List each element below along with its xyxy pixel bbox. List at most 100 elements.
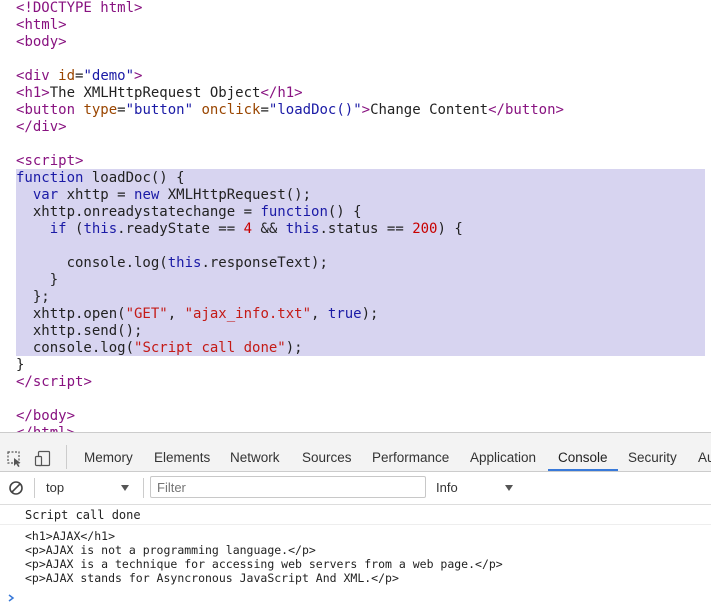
devtools-panel: Memory Elements Network Sources Performa… [0,432,711,602]
inspect-element-icon[interactable] [6,450,24,468]
code-token: 4 [243,221,253,237]
code-token: true [327,306,362,322]
code-token: } [16,357,25,373]
code-token: > [134,68,143,84]
source-code-pane[interactable]: <!DOCTYPE html> <html> <body> <div id="d… [0,0,711,432]
code-token: </ [16,119,33,135]
tab-elements[interactable]: Elements [154,433,210,471]
devtools-tab-bar: Memory Elements Network Sources Performa… [0,433,711,472]
code-token: > [294,85,303,101]
tab-application[interactable]: Application [470,433,536,471]
code-token: body [32,408,67,424]
filter-input[interactable] [150,476,426,498]
code-token: > [75,153,84,169]
code-token: xhttp.onreadystatechange = [16,204,261,220]
toolbar-divider [66,445,67,469]
code-token: "GET" [125,306,168,322]
code-line: var xhttp = new XMLHttpRequest(); [16,187,311,204]
tab-console[interactable]: Console [548,433,618,471]
code-token: body [24,34,59,50]
code-token: }; [16,289,50,305]
tab-security[interactable]: Security [628,433,677,471]
code-token: = [260,102,269,118]
code-token: button [24,102,76,118]
code-token: onclick [193,102,261,118]
tab-network[interactable]: Network [230,433,280,471]
code-line: console.log("Script call done"); [16,340,303,357]
code-token: > [555,102,564,118]
code-token: "button" [125,102,194,118]
code-token: </ [16,408,33,424]
code-token: this [167,255,202,271]
code-line: </div> [16,119,67,136]
code-token: h1 [277,85,295,101]
console-message: <h1>AJAX</h1> [25,529,116,543]
code-token: "loadDoc()" [268,102,362,118]
console-filter-bar: top Info [0,472,711,505]
code-token: script [32,374,84,390]
tab-memory[interactable]: Memory [84,433,133,471]
code-token: "Script call done" [134,340,286,356]
chevron-down-icon [504,481,514,493]
code-line: xhttp.open("GET", "ajax_info.txt", true)… [16,306,379,323]
code-token: > [361,102,371,118]
code-token: console.log( [16,340,135,356]
code-line: <body> [16,34,67,51]
code-token: div [32,119,59,135]
code-token: html [24,17,59,33]
code-token: html [33,425,67,432]
code-token: "ajax_info.txt" [184,306,312,322]
code-token: if [49,221,67,237]
code-line: </html> [16,425,75,432]
context-selector[interactable]: top [38,476,138,500]
code-token: </ [260,85,278,101]
context-value: top [46,480,65,495]
code-token: h1 [24,85,42,101]
code-line: console.log(this.responseText); [16,255,328,272]
code-token: ) { [437,221,463,237]
tab-performance[interactable]: Performance [372,433,449,471]
code-token: .readyState == [117,221,244,237]
code-line: <script> [16,153,83,170]
code-token: ( [66,221,84,237]
code-token: xhttp.send(); [16,323,143,339]
code-line: <html> [16,17,67,34]
code-token: , [311,306,328,322]
code-token: script [24,153,76,169]
console-message: <p>AJAX is a technique for accessing web… [25,557,503,571]
tab-sources[interactable]: Sources [302,433,352,471]
code-line: } [16,272,58,289]
code-token: = [117,102,126,118]
console-output[interactable]: Script call done <h1>AJAX</h1> <p>AJAX i… [0,505,711,602]
code-token: var [32,187,59,203]
code-token: Change Content [370,102,489,118]
code-line: xhttp.send(); [16,323,143,340]
code-token: <!DOCTYPE html> [16,0,143,16]
device-toolbar-icon[interactable] [34,450,52,468]
code-token: </ [16,374,33,390]
console-message: <p>AJAX stands for Asyncronous JavaScrip… [25,571,399,585]
code-token: id [49,68,76,84]
code-line: xhttp.onreadystatechange = function() { [16,204,362,221]
code-token: </ [16,425,33,432]
code-line: <!DOCTYPE html> [16,0,142,17]
clear-console-icon[interactable] [8,480,24,496]
code-token: "demo" [83,68,135,84]
code-token: </ [488,102,505,118]
code-line: function loadDoc() { [16,170,185,187]
log-level-selector[interactable]: Info [428,476,524,500]
log-level-value: Info [436,480,458,495]
code-line: } [16,357,24,374]
code-token: > [83,374,92,390]
code-token: div [24,68,50,84]
code-token: && [252,221,286,237]
tab-audits[interactable]: Au [698,433,711,471]
code-token: ); [285,340,303,356]
code-line: </script> [16,374,92,391]
code-line: <div id="demo"> [16,68,142,85]
code-token: XMLHttpRequest(); [159,187,312,203]
code-token: new [134,187,160,203]
code-line: }; [16,289,50,306]
